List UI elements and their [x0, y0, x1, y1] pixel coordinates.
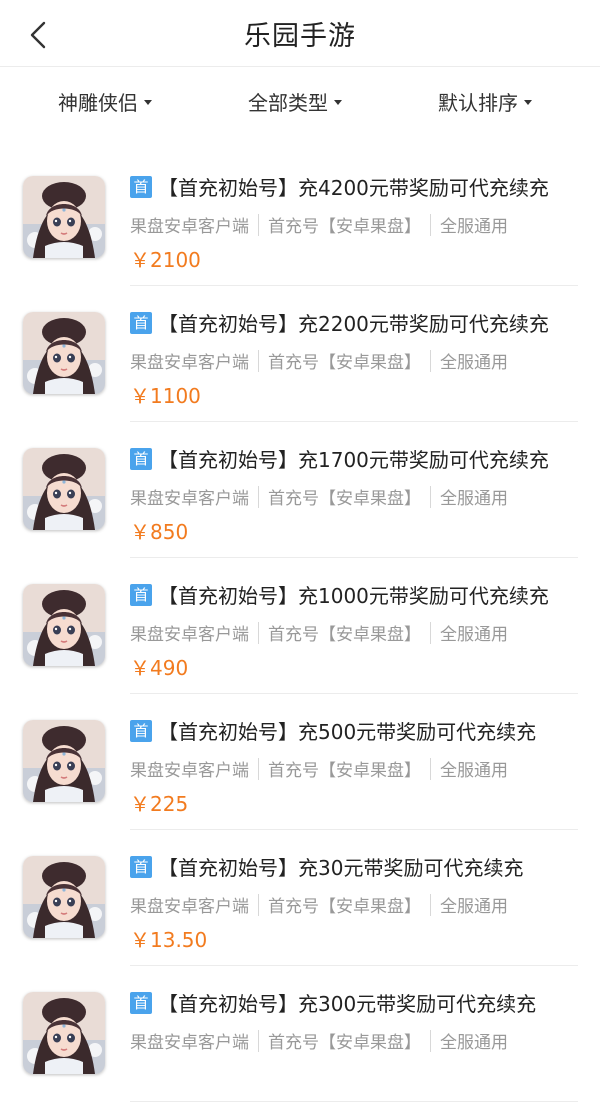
- first-charge-badge: 首: [130, 855, 152, 878]
- item-price: ￥850: [130, 520, 189, 544]
- tag-server: 全服通用: [440, 489, 508, 509]
- list-item[interactable]: 首 【首充初始号】充4200元带奖励可代充续充 果盘安卓客户端 首充号【安卓果盘…: [0, 150, 600, 286]
- tag-client: 果盘安卓客户端: [130, 897, 249, 917]
- item-title: 首 【首充初始号】充300元带奖励可代充续充: [130, 988, 536, 1017]
- tag-separator: [430, 349, 431, 372]
- tag-separator: [430, 757, 431, 780]
- tag-account-type: 首充号【安卓果盘】: [268, 489, 421, 509]
- top-bar: 乐园手游: [0, 0, 600, 67]
- item-price: ￥490: [130, 656, 189, 680]
- list-item[interactable]: 首 【首充初始号】充300元带奖励可代充续充 果盘安卓客户端 首充号【安卓果盘】…: [0, 966, 600, 1102]
- filter-type-label: 全部类型: [248, 91, 328, 115]
- item-price: ￥13.50: [130, 928, 208, 952]
- game-thumbnail: [23, 584, 105, 666]
- filter-type-dropdown[interactable]: 全部类型: [248, 87, 342, 116]
- filter-game-label: 神雕侠侣: [58, 91, 138, 115]
- tag-server: 全服通用: [440, 217, 508, 237]
- list-item[interactable]: 首 【首充初始号】充500元带奖励可代充续充 果盘安卓客户端 首充号【安卓果盘】…: [0, 694, 600, 830]
- tag-separator: [258, 213, 259, 236]
- item-tags: 果盘安卓客户端 首充号【安卓果盘】 全服通用: [130, 892, 508, 917]
- item-price: ￥1100: [130, 384, 201, 408]
- first-charge-badge: 首: [130, 175, 152, 198]
- item-name: 【首充初始号】充30元带奖励可代充续充: [158, 856, 524, 880]
- item-title: 首 【首充初始号】充4200元带奖励可代充续充: [130, 172, 549, 201]
- item-tags: 果盘安卓客户端 首充号【安卓果盘】 全服通用: [130, 756, 508, 781]
- list-item[interactable]: 首 【首充初始号】充1700元带奖励可代充续充 果盘安卓客户端 首充号【安卓果盘…: [0, 422, 600, 558]
- item-price: ￥2100: [130, 248, 201, 272]
- tag-separator: [258, 1029, 259, 1052]
- game-thumbnail: [23, 176, 105, 258]
- filter-bar: 神雕侠侣 全部类型 默认排序: [0, 67, 600, 133]
- tag-separator: [258, 349, 259, 372]
- tag-server: 全服通用: [440, 625, 508, 645]
- tag-server: 全服通用: [440, 761, 508, 781]
- tag-client: 果盘安卓客户端: [130, 353, 249, 373]
- list-item[interactable]: 首 【首充初始号】充2200元带奖励可代充续充 果盘安卓客户端 首充号【安卓果盘…: [0, 286, 600, 422]
- filter-game-dropdown[interactable]: 神雕侠侣: [58, 87, 152, 116]
- tag-client: 果盘安卓客户端: [130, 625, 249, 645]
- item-title: 首 【首充初始号】充500元带奖励可代充续充: [130, 716, 536, 745]
- tag-client: 果盘安卓客户端: [130, 761, 249, 781]
- item-tags: 果盘安卓客户端 首充号【安卓果盘】 全服通用: [130, 212, 508, 237]
- tag-server: 全服通用: [440, 897, 508, 917]
- page-title: 乐园手游: [244, 21, 356, 52]
- item-tags: 果盘安卓客户端 首充号【安卓果盘】 全服通用: [130, 620, 508, 645]
- list-item[interactable]: 首 【首充初始号】充1000元带奖励可代充续充 果盘安卓客户端 首充号【安卓果盘…: [0, 558, 600, 694]
- tag-separator: [430, 213, 431, 236]
- item-price: ￥225: [130, 792, 189, 816]
- first-charge-badge: 首: [130, 447, 152, 470]
- game-thumbnail: [23, 720, 105, 802]
- first-charge-badge: 首: [130, 311, 152, 334]
- caret-down-icon: [334, 100, 342, 105]
- item-name: 【首充初始号】充1700元带奖励可代充续充: [158, 448, 549, 472]
- item-name: 【首充初始号】充2200元带奖励可代充续充: [158, 312, 549, 336]
- item-title: 首 【首充初始号】充1000元带奖励可代充续充: [130, 580, 549, 609]
- tag-account-type: 首充号【安卓果盘】: [268, 761, 421, 781]
- tag-separator: [258, 757, 259, 780]
- tag-separator: [258, 485, 259, 508]
- first-charge-badge: 首: [130, 583, 152, 606]
- filter-sort-label: 默认排序: [438, 91, 518, 115]
- tag-separator: [430, 485, 431, 508]
- caret-down-icon: [524, 100, 532, 105]
- tag-separator: [430, 621, 431, 644]
- game-thumbnail: [23, 448, 105, 530]
- item-name: 【首充初始号】充500元带奖励可代充续充: [158, 720, 537, 744]
- tag-account-type: 首充号【安卓果盘】: [268, 353, 421, 373]
- item-tags: 果盘安卓客户端 首充号【安卓果盘】 全服通用: [130, 348, 508, 373]
- item-title: 首 【首充初始号】充30元带奖励可代充续充: [130, 852, 523, 881]
- item-tags: 果盘安卓客户端 首充号【安卓果盘】 全服通用: [130, 484, 508, 509]
- list-item[interactable]: 首 【首充初始号】充30元带奖励可代充续充 果盘安卓客户端 首充号【安卓果盘】 …: [0, 830, 600, 966]
- item-title: 首 【首充初始号】充2200元带奖励可代充续充: [130, 308, 549, 337]
- game-thumbnail: [23, 312, 105, 394]
- item-title: 首 【首充初始号】充1700元带奖励可代充续充: [130, 444, 549, 473]
- tag-separator: [258, 893, 259, 916]
- tag-account-type: 首充号【安卓果盘】: [268, 897, 421, 917]
- tag-separator: [430, 893, 431, 916]
- item-name: 【首充初始号】充300元带奖励可代充续充: [158, 992, 537, 1016]
- tag-account-type: 首充号【安卓果盘】: [268, 1033, 421, 1053]
- item-tags: 果盘安卓客户端 首充号【安卓果盘】 全服通用: [130, 1028, 508, 1053]
- tag-server: 全服通用: [440, 1033, 508, 1053]
- first-charge-badge: 首: [130, 719, 152, 742]
- tag-account-type: 首充号【安卓果盘】: [268, 625, 421, 645]
- tag-client: 果盘安卓客户端: [130, 1033, 249, 1053]
- tag-client: 果盘安卓客户端: [130, 489, 249, 509]
- tag-client: 果盘安卓客户端: [130, 217, 249, 237]
- item-name: 【首充初始号】充1000元带奖励可代充续充: [158, 584, 549, 608]
- tag-separator: [430, 1029, 431, 1052]
- game-thumbnail: [23, 992, 105, 1074]
- item-name: 【首充初始号】充4200元带奖励可代充续充: [158, 176, 549, 200]
- game-thumbnail: [23, 856, 105, 938]
- caret-down-icon: [144, 100, 152, 105]
- tag-server: 全服通用: [440, 353, 508, 373]
- tag-account-type: 首充号【安卓果盘】: [268, 217, 421, 237]
- tag-separator: [258, 621, 259, 644]
- filter-sort-dropdown[interactable]: 默认排序: [438, 87, 532, 116]
- first-charge-badge: 首: [130, 991, 152, 1014]
